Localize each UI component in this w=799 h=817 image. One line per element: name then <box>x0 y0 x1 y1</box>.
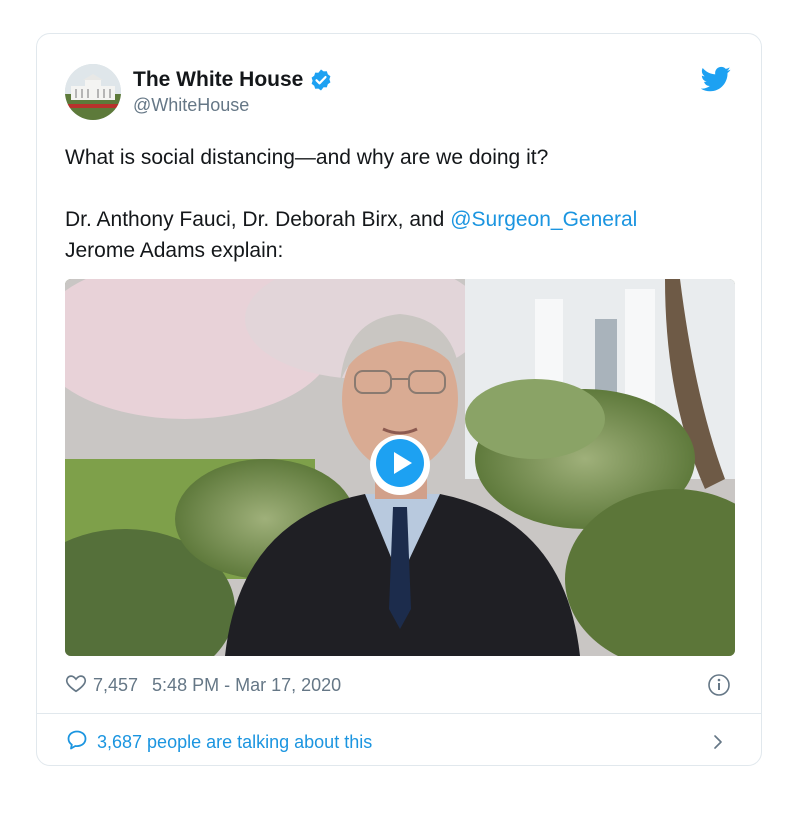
mention-link[interactable]: @Surgeon_General <box>450 208 637 231</box>
video-player[interactable] <box>65 279 735 656</box>
like-button[interactable]: 7,457 <box>65 672 138 699</box>
display-name[interactable]: The White House <box>133 68 303 92</box>
verified-badge-icon <box>309 68 333 92</box>
avatar[interactable] <box>65 64 121 120</box>
tweet-text-line: What is social distancing—and why are we… <box>65 146 549 169</box>
author-names: The White House @WhiteHouse <box>133 68 333 116</box>
timestamp[interactable]: 5:48 PM - Mar 17, 2020 <box>152 675 341 696</box>
tweet-text-line: Jerome Adams explain: <box>65 239 284 262</box>
play-button[interactable] <box>370 435 430 495</box>
conversation-link[interactable]: 3,687 people are talking about this <box>65 727 733 757</box>
conversation-count: 3,687 people are talking about this <box>97 731 373 752</box>
tweet-text: What is social distancing—and why are we… <box>65 142 733 266</box>
heart-icon <box>65 672 87 699</box>
divider <box>37 713 761 714</box>
speech-bubble-icon <box>65 728 89 757</box>
info-icon[interactable] <box>707 673 731 702</box>
twitter-bird-icon[interactable] <box>700 64 731 94</box>
play-icon <box>372 435 428 496</box>
tweet-text-line: Dr. Anthony Fauci, Dr. Deborah Birx, and <box>65 208 451 231</box>
tweet-meta: 7,457 5:48 PM - Mar 17, 2020 <box>65 670 733 700</box>
handle[interactable]: @WhiteHouse <box>133 95 333 116</box>
chevron-right-icon[interactable] <box>709 733 727 756</box>
tweet-card: The White House @WhiteHouse What is soci… <box>36 33 762 766</box>
tweet-header: The White House @WhiteHouse <box>65 62 733 122</box>
like-count: 7,457 <box>93 674 139 695</box>
